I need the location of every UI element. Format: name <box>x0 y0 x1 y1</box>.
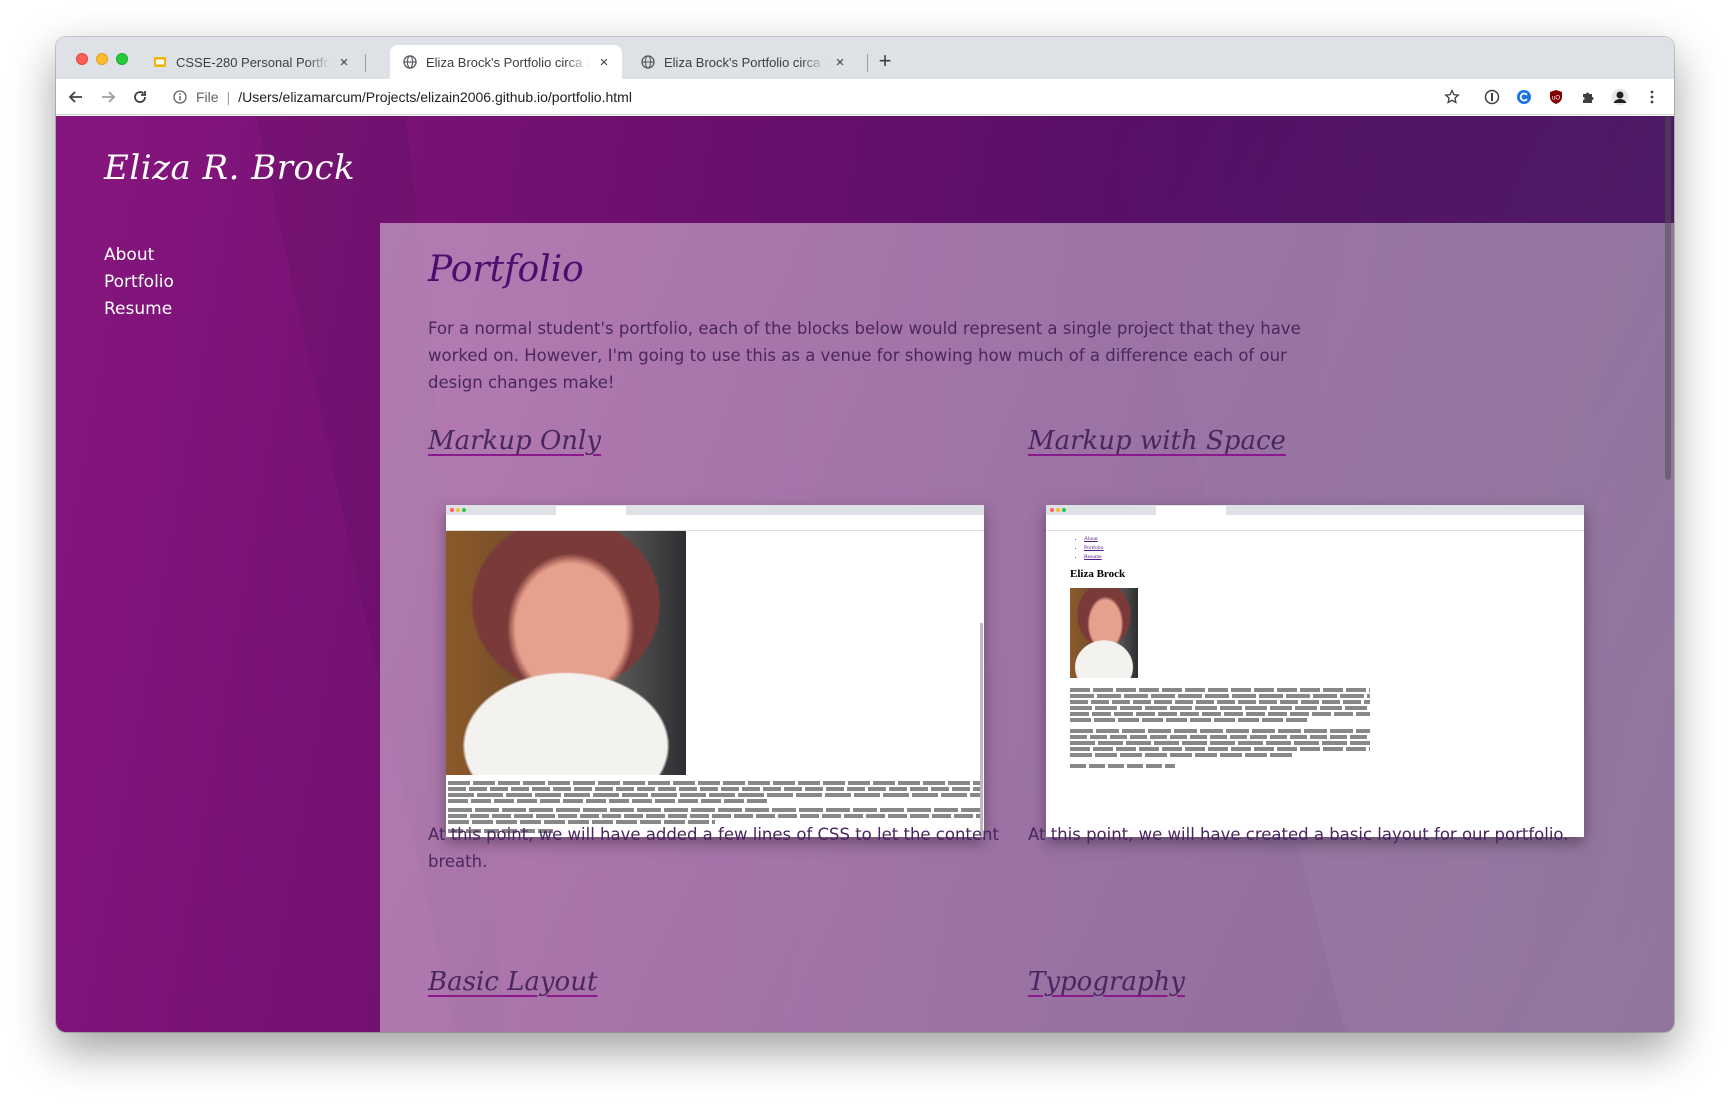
extensions-puzzle-icon[interactable] <box>1578 87 1598 107</box>
thumbnail-nav-item: Portfolio <box>1084 544 1584 553</box>
card-title-markup-with-space[interactable]: Markup with Space <box>1028 426 1286 456</box>
reload-button[interactable] <box>128 85 152 109</box>
grammar-extension-icon[interactable] <box>1514 87 1534 107</box>
card-title-basic-layout[interactable]: Basic Layout <box>428 967 597 997</box>
profile-avatar-icon[interactable] <box>1610 87 1630 107</box>
close-window-button[interactable] <box>76 53 88 65</box>
svg-text:uO: uO <box>1552 96 1560 102</box>
intro-paragraph: For a normal student's portfolio, each o… <box>428 319 1301 392</box>
nav-link-resume[interactable]: Resume <box>104 296 174 323</box>
arrow-right-icon <box>102 91 116 103</box>
bookmark-star-icon[interactable] <box>1442 87 1462 107</box>
tab-portfolio-active[interactable]: Eliza Brock's Portfolio circa 2006 × <box>390 45 622 79</box>
thumbnail-tab-strip <box>446 505 984 515</box>
tab-title: Eliza Brock's Portfolio circa 2006 <box>664 54 826 70</box>
tab-strip: CSSE-280 Personal Portfolio Sl × Eliza B… <box>56 37 1674 79</box>
scrollbar-thumb[interactable] <box>1665 116 1671 480</box>
screenshot-markup-with-space[interactable]: About Portfolio Resume Eliza Brock <box>1046 505 1584 837</box>
thumbnail-tab-strip <box>1046 505 1584 515</box>
address-divider: | <box>226 89 231 105</box>
nav-link-about[interactable]: About <box>104 242 174 269</box>
page-heading: Portfolio <box>428 249 584 290</box>
close-tab-icon[interactable]: × <box>832 54 848 71</box>
card-title-typography[interactable]: Typography <box>1028 967 1185 997</box>
thumbnail-nav-item: Resume <box>1084 553 1584 562</box>
tab-title: CSSE-280 Personal Portfolio Sl <box>176 54 330 70</box>
reload-icon <box>134 91 146 103</box>
thumbnail-address-bar <box>446 515 984 531</box>
tab-separator <box>365 54 366 72</box>
page-scrollbar[interactable] <box>1664 116 1672 516</box>
password-manager-icon[interactable] <box>1482 87 1502 107</box>
thumbnail-address-bar <box>1046 515 1584 531</box>
card-caption-markup-only: At this point, we will have added a few … <box>428 825 999 871</box>
site-title[interactable]: Eliza R. Brock <box>104 148 355 188</box>
card-title-markup-only[interactable]: Markup Only <box>428 426 601 456</box>
info-icon[interactable] <box>172 89 188 105</box>
web-page: Eliza R. Brock About Portfolio Resume Po… <box>56 116 1674 1032</box>
tab-separator <box>867 54 868 72</box>
arrow-left-icon <box>68 91 82 103</box>
thumbnail-heading: Eliza Brock <box>1070 568 1126 580</box>
more-menu-icon[interactable] <box>1642 87 1662 107</box>
minimize-window-button[interactable] <box>96 53 108 65</box>
tab-csse-portfolio[interactable]: CSSE-280 Personal Portfolio Sl × <box>140 45 362 79</box>
scheme-label: File <box>196 89 219 105</box>
new-tab-button[interactable]: + <box>871 47 899 75</box>
ublock-shield-icon[interactable]: uO <box>1546 87 1566 107</box>
globe-icon <box>640 54 656 70</box>
placeholder-lorem-text <box>1070 688 1370 768</box>
thumbnail-scrollbar <box>980 623 983 837</box>
card-caption-markup-with-space: At this point, we will have created a ba… <box>1028 825 1569 844</box>
slides-icon <box>152 54 168 70</box>
thumbnail-nav-list: About Portfolio Resume <box>1084 535 1584 562</box>
screenshot-markup-only[interactable] <box>446 505 984 837</box>
portrait-photo <box>1070 588 1138 678</box>
portrait-photo <box>446 531 686 775</box>
close-tab-icon[interactable]: × <box>596 54 612 71</box>
thumbnail-nav-item: About <box>1084 535 1584 544</box>
address-bar[interactable]: File | /Users/elizamarcum/Projects/eliza… <box>164 83 1544 111</box>
tab-portfolio-2[interactable]: Eliza Brock's Portfolio circa 2006 × <box>628 45 858 79</box>
tab-title: Eliza Brock's Portfolio circa 2006 <box>426 54 590 70</box>
main-content: Portfolio For a normal student's portfol… <box>380 223 1674 1032</box>
forward-button[interactable] <box>96 85 120 109</box>
close-tab-icon[interactable]: × <box>336 54 352 71</box>
side-navigation: About Portfolio Resume <box>104 242 174 323</box>
url-text[interactable]: /Users/elizamarcum/Projects/elizain2006.… <box>238 89 632 105</box>
back-button[interactable] <box>64 85 88 109</box>
browser-window: CSSE-280 Personal Portfolio Sl × Eliza B… <box>56 37 1674 1032</box>
zoom-window-button[interactable] <box>116 53 128 65</box>
nav-link-portfolio[interactable]: Portfolio <box>104 269 174 296</box>
browser-toolbar: File | /Users/elizamarcum/Projects/eliza… <box>56 79 1674 115</box>
globe-icon <box>402 54 418 70</box>
